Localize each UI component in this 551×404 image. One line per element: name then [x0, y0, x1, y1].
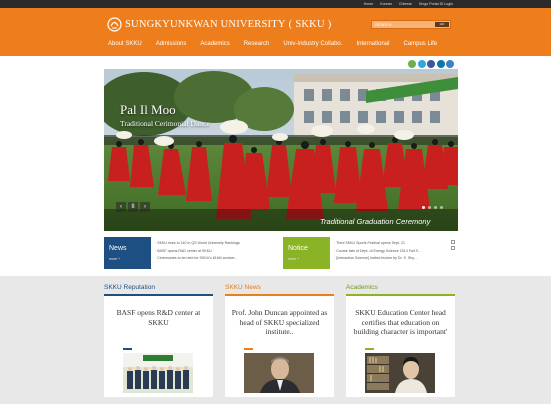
column-heading[interactable]: SKKU News	[225, 284, 334, 292]
card-photo[interactable]	[123, 353, 193, 393]
facebook-icon[interactable]	[427, 60, 435, 68]
card-accent	[244, 348, 253, 350]
feature-card[interactable]: Prof. John Duncan appointed as head of S…	[225, 296, 334, 397]
notice-more-link[interactable]: more +	[288, 257, 299, 261]
logo-emblem-icon	[107, 17, 122, 32]
slide-next-button[interactable]: ›	[140, 202, 150, 212]
hero-subtitle: Traditional Cerimonial Dance	[120, 119, 210, 128]
site-header: SUNGKYUNKWAN UNIVERSITY (SKKU) SEARCH GO…	[0, 8, 551, 56]
social-links	[408, 60, 454, 68]
column-reputation: SKKU Reputation BASF opens R&D center at…	[104, 284, 213, 397]
news-tab[interactable]: News more +	[104, 237, 151, 269]
notice-tab[interactable]: Notice more +	[283, 237, 330, 269]
news-item[interactable]: · BASF opens R&D center at SKKU	[155, 248, 240, 256]
card-photo[interactable]	[244, 353, 314, 393]
card-title[interactable]: Prof. John Duncan appointed as head of S…	[231, 308, 328, 337]
column-skku-news: SKKU News Prof. John Duncan appointed as…	[225, 284, 334, 397]
news-list: · SKKU rises to 140 in QS World Universi…	[155, 240, 240, 263]
nav-international[interactable]: International	[356, 41, 389, 47]
search-placeholder: SEARCH	[375, 22, 392, 27]
linkedin-icon[interactable]	[436, 60, 445, 68]
scroll-up-icon[interactable]	[451, 240, 455, 244]
notice-item[interactable]: · Third SKKU Sports Festival opens Sept.…	[334, 240, 420, 248]
card-accent	[123, 348, 132, 350]
nav-academics[interactable]: Academics	[200, 41, 229, 47]
flickr-icon[interactable]	[446, 60, 454, 68]
slide-dot[interactable]	[434, 206, 437, 209]
university-logo[interactable]: SUNGKYUNKWAN UNIVERSITY (SKKU)	[107, 17, 331, 32]
notice-box: Notice more + · Third SKKU Sports Festiv…	[283, 237, 458, 269]
university-abbr-close: )	[327, 19, 332, 30]
news-item[interactable]: · SKKU rises to 140 in QS World Universi…	[155, 240, 240, 248]
util-link-korean[interactable]: Korean	[380, 0, 392, 8]
slide-indicators	[422, 206, 443, 209]
util-link-home[interactable]: Home	[364, 0, 374, 8]
card-photo[interactable]	[365, 353, 435, 393]
hero-photo	[104, 69, 458, 231]
notice-scroll-controls	[451, 240, 455, 250]
notice-label: Notice	[288, 245, 308, 252]
scroll-down-icon[interactable]	[451, 246, 455, 250]
utility-bar: Home Korean Chinese Kingo Portal ID Logi…	[0, 0, 551, 8]
feature-card[interactable]: BASF opens R&D center at SKKU	[104, 296, 213, 397]
util-link-chinese[interactable]: Chinese	[399, 0, 412, 8]
card-title[interactable]: SKKU Education Center head certifies tha…	[352, 308, 449, 337]
card-title[interactable]: BASF opens R&D center at SKKU	[110, 308, 207, 327]
notice-item[interactable]: · [Interaction Science] Invited lecture …	[334, 255, 420, 263]
search-button[interactable]: GO	[435, 22, 449, 27]
slide-dot[interactable]	[428, 206, 431, 209]
slide-pause-button[interactable]: II	[128, 202, 138, 212]
news-item[interactable]: · Ceremonies to be held for SKKU's 616th…	[155, 255, 240, 263]
nav-about[interactable]: About SKKU	[108, 41, 142, 47]
hero-caption: Traditional Graduation Ceremony	[320, 217, 431, 226]
column-academics: Academics SKKU Education Center head cer…	[346, 284, 455, 397]
nav-univ-industry[interactable]: Univ-Industry Collabo.	[283, 41, 342, 47]
search-input[interactable]: SEARCH GO	[371, 20, 451, 29]
nav-admissions[interactable]: Admissions	[156, 41, 187, 47]
notice-item[interactable]: · Course lists of Dept. of Energy Scienc…	[334, 248, 420, 256]
university-abbr-open: (	[288, 19, 293, 30]
notice-list: · Third SKKU Sports Festival opens Sept.…	[334, 240, 420, 263]
university-abbr: SKKU	[295, 19, 325, 30]
slide-dot[interactable]	[422, 206, 425, 209]
util-link-login[interactable]: Kingo Portal ID Login	[419, 0, 453, 8]
column-heading[interactable]: SKKU Reputation	[104, 284, 213, 292]
slide-dot[interactable]	[440, 206, 443, 209]
main-nav: About SKKU Admissions Academics Research…	[108, 41, 451, 47]
university-name: SUNGKYUNKWAN UNIVERSITY	[125, 19, 286, 30]
feature-card[interactable]: SKKU Education Center head certifies tha…	[346, 296, 455, 397]
news-label: News	[109, 245, 127, 252]
column-heading[interactable]: Academics	[346, 284, 455, 292]
utility-links: Home Korean Chinese Kingo Portal ID Logi…	[364, 0, 453, 8]
news-more-link[interactable]: more +	[109, 257, 120, 261]
nav-campus-life[interactable]: Campus Life	[403, 41, 437, 47]
twitter-icon[interactable]	[417, 60, 426, 68]
blog-icon[interactable]	[408, 60, 416, 68]
slide-prev-button[interactable]: ‹	[116, 202, 126, 212]
hero-slideshow[interactable]: Pal Il Moo Traditional Cerimonial Dance …	[104, 69, 458, 231]
card-accent	[365, 348, 374, 350]
nav-research[interactable]: Research	[244, 41, 270, 47]
hero-title: Pal Il Moo	[120, 102, 176, 117]
news-box: News more + · SKKU rises to 140 in QS Wo…	[104, 237, 276, 269]
